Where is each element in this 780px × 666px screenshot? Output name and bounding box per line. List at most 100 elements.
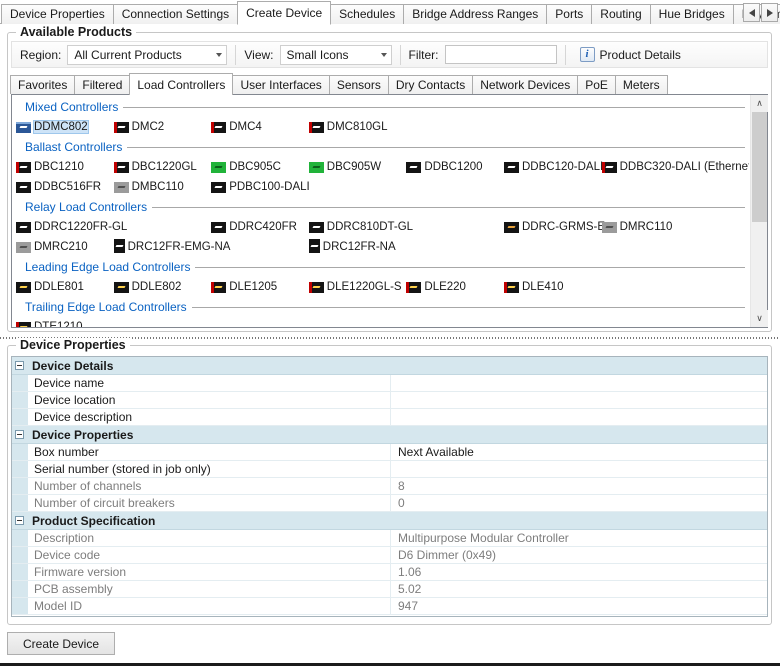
product-label: DBC905W — [326, 161, 382, 173]
product-item-ddle802[interactable]: DDLE802 — [113, 279, 181, 295]
product-row: DDMC802 DMC2 DMC4 DMC810GL — [13, 117, 749, 137]
category-header-trailing-edge-load-controllers[interactable]: Trailing Edge Load Controllers — [13, 297, 749, 317]
property-value[interactable] — [391, 409, 767, 425]
product-item-dmbc110[interactable]: DMBC110 — [113, 179, 184, 195]
main-tab-schedules[interactable]: Schedules — [330, 4, 405, 24]
category-header-mixed-controllers[interactable]: Mixed Controllers — [13, 97, 749, 117]
grid-category-device-details[interactable]: Device Details — [12, 357, 767, 375]
product-item-dmc4[interactable]: DMC4 — [211, 119, 262, 135]
product-tab-filtered[interactable]: Filtered — [74, 75, 131, 94]
property-value[interactable] — [391, 375, 767, 391]
main-tab-connection-settings[interactable]: Connection Settings — [112, 4, 239, 24]
grid-category-device-properties[interactable]: Device Properties — [12, 426, 767, 444]
filter-input[interactable] — [444, 45, 557, 64]
product-tab-network-devices[interactable]: Network Devices — [472, 75, 579, 94]
grid-category-product-specification[interactable]: Product Specification — [12, 512, 767, 530]
product-list-scrollbar[interactable]: ∧ ∨ — [750, 95, 768, 327]
product-item-dbc905c[interactable]: DBC905C — [211, 159, 281, 175]
product-tab-dry-contacts[interactable]: Dry Contacts — [387, 75, 474, 94]
product-item-dle220[interactable]: DLE220 — [406, 279, 466, 295]
product-item-ddrc420fr[interactable]: DDRC420FR — [211, 219, 297, 235]
grid-category-title: Product Specification — [32, 513, 156, 528]
product-item-dle410[interactable]: DLE410 — [504, 279, 564, 295]
product-item-drc12fr-na[interactable]: DRC12FR-NA — [308, 239, 396, 255]
main-tab-device-properties[interactable]: Device Properties — [1, 4, 114, 24]
product-item-ddbc320-dali-ethernet[interactable]: DDBC320-DALI (Ethernet) — [601, 159, 749, 175]
product-item-ddrc1220fr-gl[interactable]: DDRC1220FR-GL — [16, 219, 127, 235]
product-item-dbc1210[interactable]: DBC1210 — [16, 159, 84, 175]
product-item-drc12fr-emg-na[interactable]: DRC12FR-EMG-NA — [113, 239, 231, 255]
main-tab-hue-bridges[interactable]: Hue Bridges — [649, 4, 734, 24]
product-item-dmc2[interactable]: DMC2 — [113, 119, 164, 135]
product-item-ddrc810dt-gl[interactable]: DDRC810DT-GL — [308, 219, 413, 235]
property-label: Box number — [28, 444, 391, 460]
property-value[interactable] — [391, 392, 767, 408]
product-item-ddrc-grms-e[interactable]: DDRC-GRMS-E — [504, 219, 605, 235]
product-item-dmc810gl[interactable]: DMC810GL — [308, 119, 388, 135]
property-grid: Device Details Device name Device location… — [11, 356, 768, 617]
product-item-dte1210[interactable]: DTE1210 — [16, 319, 83, 327]
category-header-relay-load-controllers[interactable]: Relay Load Controllers — [13, 197, 749, 217]
collapse-icon[interactable] — [15, 516, 24, 525]
device-properties-title: Device Properties — [16, 338, 130, 352]
view-combobox[interactable]: Small Icons — [279, 44, 392, 65]
product-details-button[interactable]: i Product Details — [574, 45, 687, 64]
product-tab-load-controllers[interactable]: Load Controllers — [129, 73, 234, 95]
product-item-dbc1220gl[interactable]: DBC1220GL — [113, 159, 197, 175]
product-tab-meters[interactable]: Meters — [614, 75, 668, 94]
product-tab-sensors[interactable]: Sensors — [328, 75, 389, 94]
product-item-ddmc802[interactable]: DDMC802 — [16, 119, 89, 135]
main-tab-create-device[interactable]: Create Device — [237, 1, 332, 25]
device-icon — [113, 161, 129, 173]
product-label: DBC1210 — [34, 161, 84, 173]
property-row-pcb-assembly: PCB assembly 5.02 — [12, 581, 767, 598]
main-tab-ports[interactable]: Ports — [546, 4, 593, 24]
product-item-dle1220gl-s[interactable]: DLE1220GL-S — [308, 279, 402, 295]
product-item-dmrc210[interactable]: DMRC210 — [16, 239, 88, 255]
product-item-dmrc110[interactable]: DMRC110 — [601, 219, 672, 235]
toolbar-separator — [235, 44, 237, 65]
product-row: DDRC1220FR-GL DDRC420FR DDRC810DT-GL DDRC-G… — [13, 217, 749, 237]
main-tab-bridge-address-ranges[interactable]: Bridge Address Ranges — [403, 4, 548, 24]
main-tab-routing[interactable]: Routing — [591, 4, 651, 24]
collapse-icon[interactable] — [15, 361, 24, 370]
tab-scroll-right-button[interactable] — [761, 3, 778, 22]
device-icon — [113, 121, 129, 133]
property-value: 5.02 — [398, 582, 422, 596]
category-rule — [152, 206, 745, 208]
scrollbar-down-button[interactable]: ∨ — [751, 310, 768, 327]
create-device-button[interactable]: Create Device — [7, 632, 115, 655]
device-icon — [601, 221, 617, 233]
product-item-ddbc516fr[interactable]: DDBC516FR — [16, 179, 101, 195]
category-header-ballast-controllers[interactable]: Ballast Controllers — [13, 137, 749, 157]
property-value[interactable] — [391, 461, 767, 477]
product-item-ddle801[interactable]: DDLE801 — [16, 279, 84, 295]
collapse-icon[interactable] — [15, 430, 24, 439]
region-combobox[interactable]: All Current Products — [67, 44, 228, 65]
product-item-dle1205[interactable]: DLE1205 — [211, 279, 277, 295]
product-tab-user-interfaces[interactable]: User Interfaces — [232, 75, 330, 94]
scrollbar-up-button[interactable]: ∧ — [751, 95, 768, 112]
product-item-ddbc120-dali[interactable]: DDBC120-DALI — [504, 159, 603, 175]
category-rule — [123, 106, 745, 108]
device-icon — [16, 241, 31, 253]
product-label: DRC12FR-EMG-NA — [127, 241, 231, 253]
scrollbar-thumb[interactable] — [752, 112, 767, 222]
property-value[interactable]: Next Available — [391, 444, 767, 460]
category-label: Relay Load Controllers — [25, 200, 148, 214]
product-item-dbc905w[interactable]: DBC905W — [308, 159, 382, 175]
device-icon — [16, 281, 31, 293]
tab-scroll-left-button[interactable] — [743, 3, 760, 22]
grid-gutter — [12, 495, 28, 511]
category-header-leading-edge-load-controllers[interactable]: Leading Edge Load Controllers — [13, 257, 749, 277]
property-row-box-number: Box number Next Available — [12, 444, 767, 461]
product-item-pdbc100-dali[interactable]: PDBC100-DALI — [211, 179, 310, 195]
product-item-ddbc1200[interactable]: DDBC1200 — [406, 159, 483, 175]
device-icon — [113, 281, 129, 293]
product-tab-favorites[interactable]: Favorites — [10, 75, 76, 94]
product-tab-poe[interactable]: PoE — [577, 75, 616, 94]
category-rule — [195, 266, 745, 268]
filter-label: Filter: — [408, 47, 439, 62]
product-label: DDBC1200 — [424, 161, 483, 173]
product-row: DBC1210 DBC1220GL DBC905C DBC905W DDBC1200 DD… — [13, 157, 749, 177]
